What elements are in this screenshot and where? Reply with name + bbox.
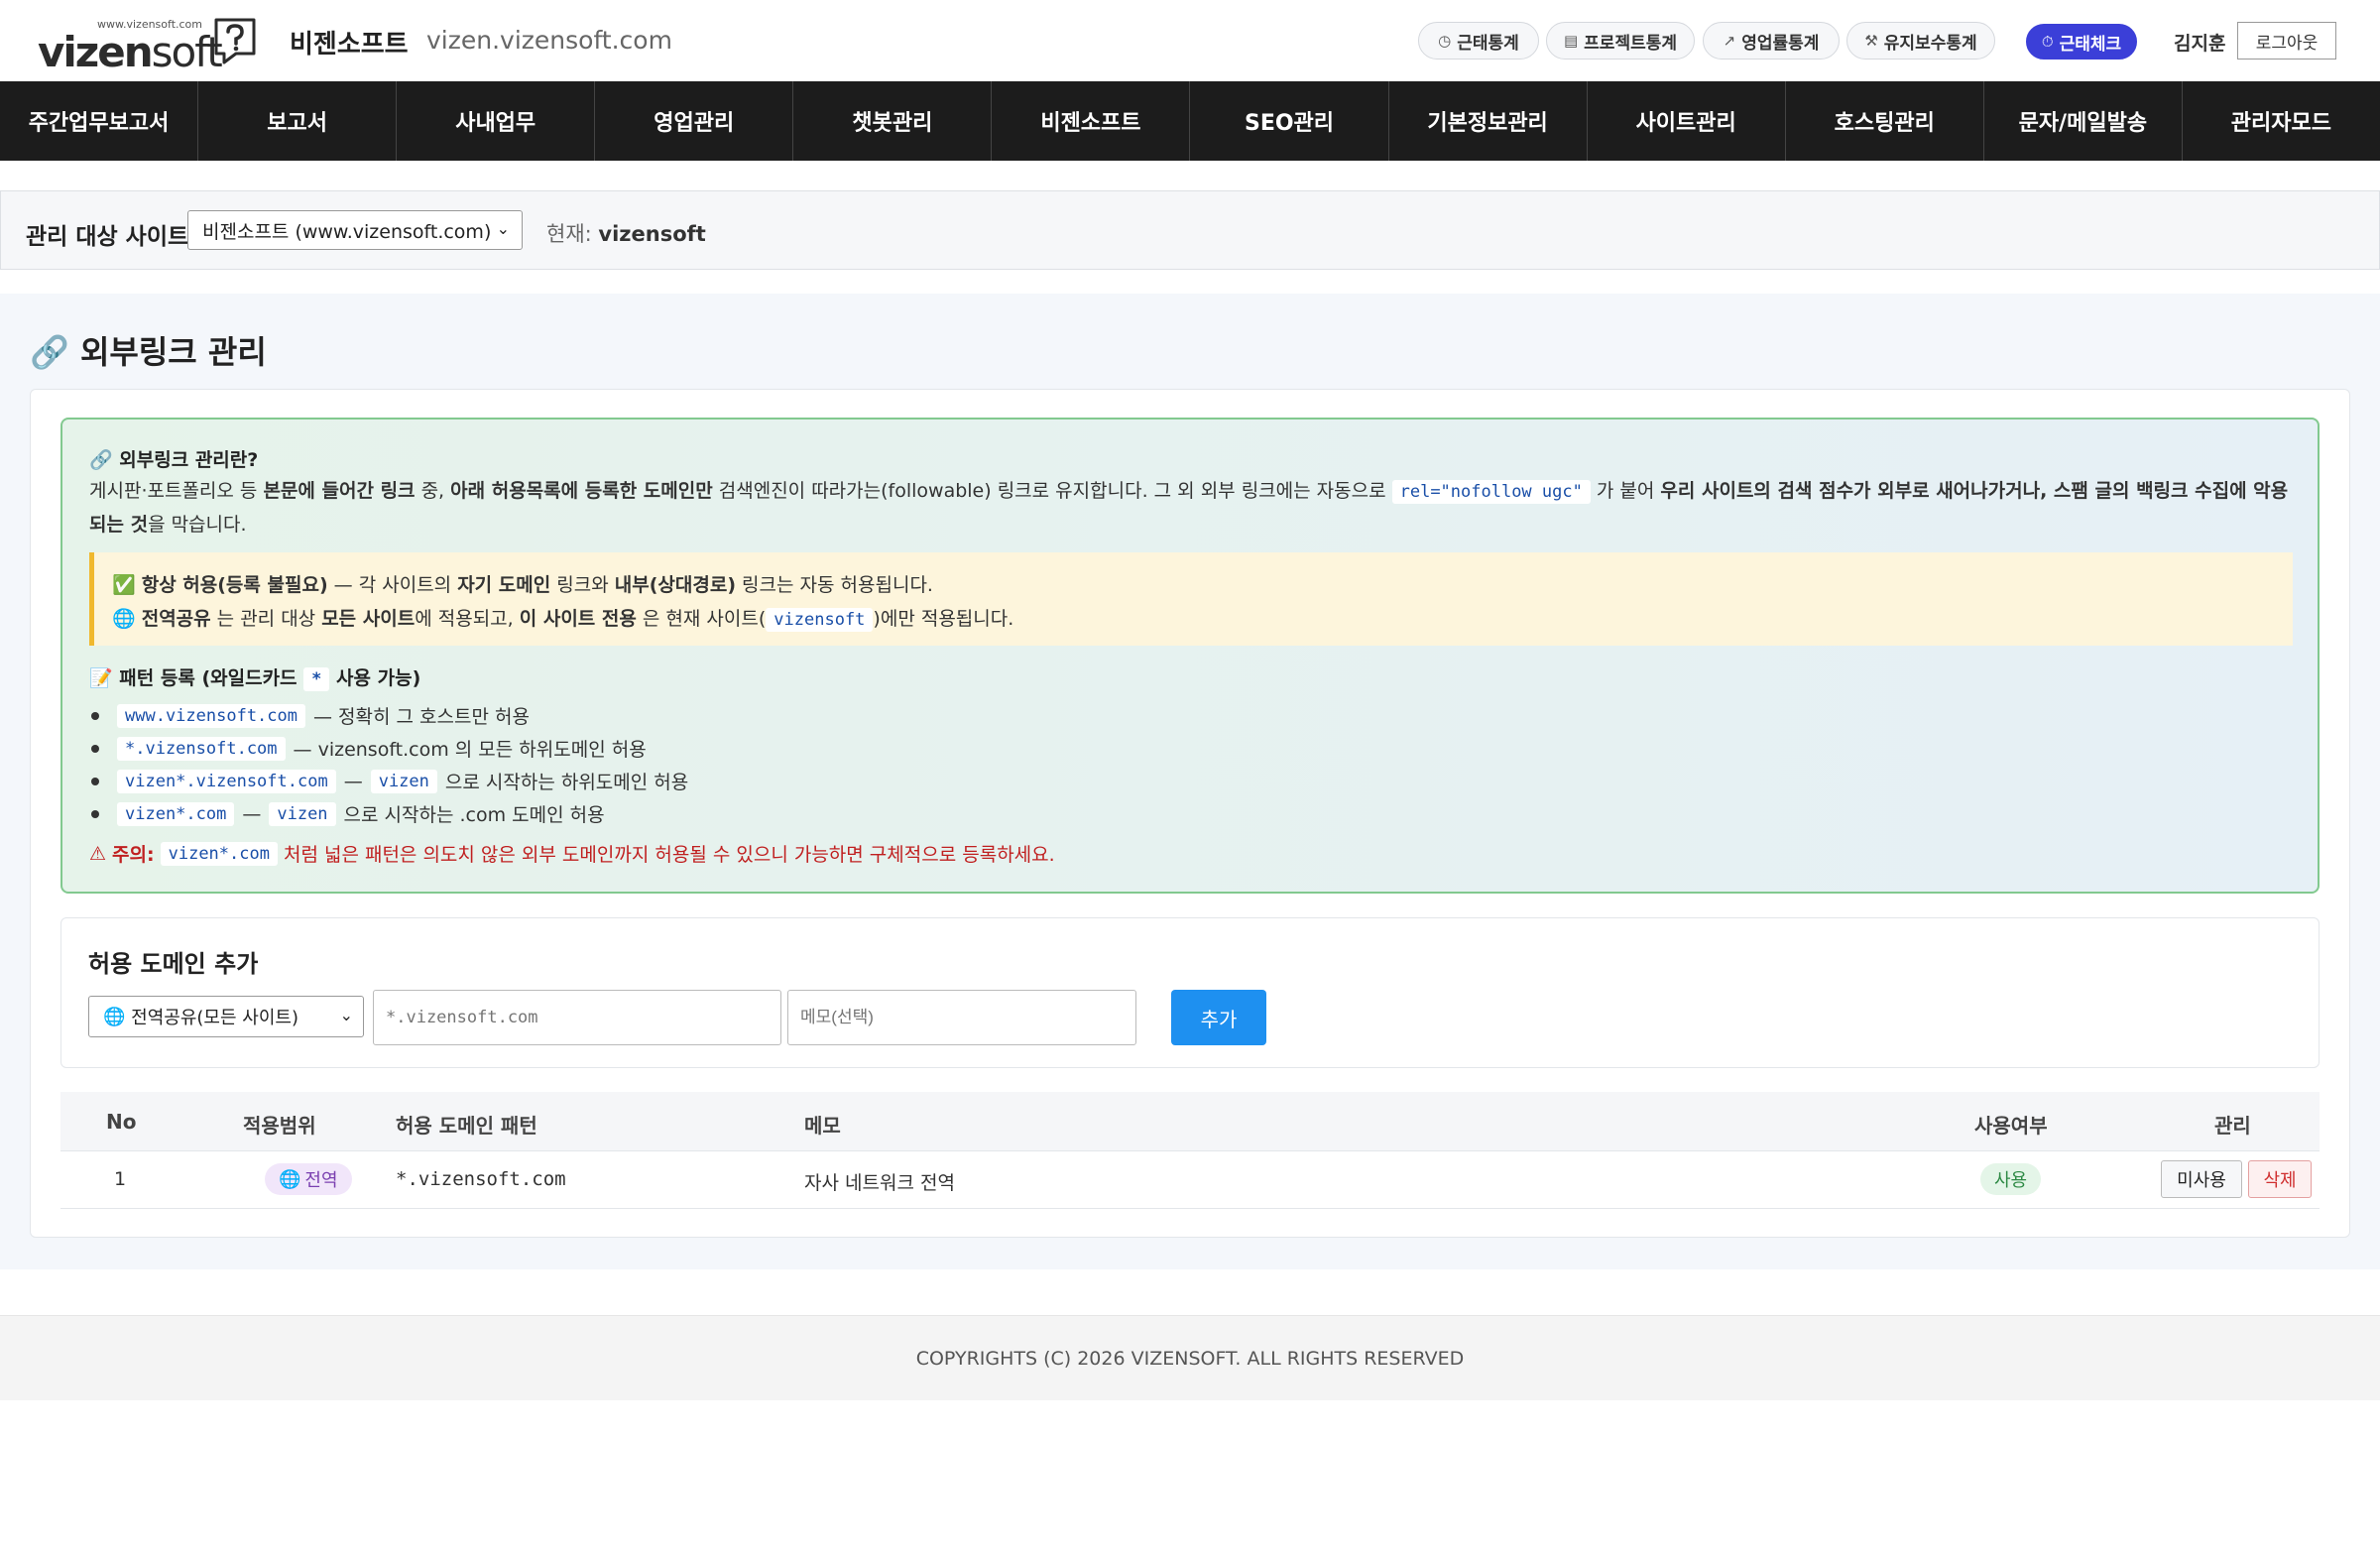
- list-item: www.vizensoft.com — 정확히 그 호스트만 허용: [89, 699, 688, 732]
- clock-icon: ◷: [1438, 32, 1452, 50]
- globe-icon: 🌐: [279, 1168, 301, 1190]
- link-icon: 🔗: [89, 449, 113, 471]
- check-icon: ✅: [112, 574, 136, 596]
- scope-badge: 🌐 전역: [265, 1163, 352, 1195]
- site-selector-label: 관리 대상 사이트: [26, 224, 189, 250]
- copyright-text: COPYRIGHTS (C) 2026 VIZENSOFT. ALL RIGHT…: [915, 1348, 1465, 1370]
- col-status: 사용여부: [1974, 1114, 2048, 1138]
- memo-input[interactable]: [787, 990, 1136, 1045]
- nav-vizensoft[interactable]: 비젠소프트: [992, 81, 1191, 161]
- notice-box: ✅ 항상 허용(등록 불필요) — 각 사이트의 자기 도메인 링크와 내부(상…: [89, 552, 2293, 646]
- logo[interactable]: www.vizensoft.com vizensoft: [38, 14, 262, 76]
- stopwatch-icon: ⏱: [2041, 33, 2054, 51]
- site-domain: vizen.vizensoft.com: [426, 26, 672, 55]
- main-nav: 주간업무보고서 보고서 사내업무 영업관리 챗봇관리 비젠소프트 SEO관리 기…: [0, 81, 2380, 161]
- user-name: 김지훈: [2174, 33, 2226, 55]
- col-pattern: 허용 도메인 패턴: [396, 1114, 537, 1138]
- add-button[interactable]: 추가: [1171, 990, 1266, 1045]
- table-row: 1 🌐 전역 *.vizensoft.com 자사 네트워크 전역 사용 미사용 …: [60, 1151, 2320, 1209]
- sales-stats-button[interactable]: ↗ 영업률통계: [1703, 22, 1840, 60]
- site-select[interactable]: 비젠소프트 (www.vizensoft.com) ⌄: [187, 210, 523, 250]
- content-card: 🔗 외부링크 관리란? 게시판·포트폴리오 등 본문에 들어간 링크 중, 아래…: [30, 389, 2350, 1238]
- maintenance-stats-button[interactable]: ⚒ 유지보수통계: [1846, 22, 1995, 60]
- main-content: 🔗 외부링크 관리 🔗 외부링크 관리란? 게시판·포트폴리오 등 본문에 들어…: [0, 294, 2380, 1269]
- nav-seo[interactable]: SEO관리: [1190, 81, 1389, 161]
- link-icon: 🔗: [30, 333, 69, 371]
- globe-icon: 🌐: [112, 608, 136, 630]
- site-name: 비젠소프트: [290, 30, 409, 60]
- col-memo: 메모: [804, 1114, 841, 1138]
- nav-chatbot[interactable]: 챗봇관리: [793, 81, 993, 161]
- pattern-title: 📝 패턴 등록 (와일드카드 * 사용 가능): [89, 667, 421, 691]
- site-selector-bar: 관리 대상 사이트 비젠소프트 (www.vizensoft.com) ⌄ 현재…: [0, 190, 2380, 270]
- nav-site[interactable]: 사이트관리: [1588, 81, 1786, 161]
- col-scope: 적용범위: [243, 1114, 316, 1138]
- nav-sales[interactable]: 영업관리: [595, 81, 794, 161]
- notice-always-allowed: ✅ 항상 허용(등록 불필요) — 각 사이트의 자기 도메인 링크와 내부(상…: [112, 574, 933, 596]
- info-box: 🔗 외부링크 관리란? 게시판·포트폴리오 등 본문에 들어간 링크 중, 아래…: [60, 418, 2320, 894]
- domain-pattern-input[interactable]: [373, 990, 781, 1045]
- row-no: 1: [114, 1168, 127, 1190]
- warning-text: ⚠ 주의: vizen*.com 처럼 넓은 패턴은 의도치 않은 외부 도메인까지 …: [89, 841, 1055, 866]
- nav-basic-info[interactable]: 기본정보관리: [1389, 81, 1588, 161]
- attendance-stats-button[interactable]: ◷ 근태통계: [1418, 22, 1539, 60]
- memo-icon: 📝: [89, 667, 113, 689]
- info-description: 게시판·포트폴리오 등 본문에 들어간 링크 중, 아래 허용목록에 등록한 도…: [89, 480, 2289, 536]
- header: www.vizensoft.com vizensoft 비젠소프트 vizen.…: [0, 0, 2380, 81]
- nav-reports[interactable]: 보고서: [198, 81, 398, 161]
- trend-up-icon: ↗: [1723, 32, 1736, 50]
- chevron-down-icon: ⌄: [339, 1006, 353, 1024]
- scope-select[interactable]: 🌐 전역공유(모든 사이트) ⌄: [88, 996, 364, 1037]
- row-pattern: *.vizensoft.com: [396, 1168, 566, 1190]
- nav-weekly-report[interactable]: 주간업무보고서: [0, 81, 199, 161]
- attendance-check-button[interactable]: ⏱ 근태체크: [2026, 24, 2137, 60]
- wrench-icon: ⚒: [1864, 32, 1878, 50]
- nav-sms-mail[interactable]: 문자/메일발송: [1984, 81, 2183, 161]
- add-domain-form: 허용 도메인 추가 🌐 전역공유(모든 사이트) ⌄ 추가: [60, 917, 2320, 1068]
- logout-button[interactable]: 로그아웃: [2237, 22, 2336, 60]
- logo-wordmark: vizensoft: [38, 28, 223, 76]
- form-title: 허용 도메인 추가: [88, 950, 259, 978]
- globe-icon: 🌐: [103, 1006, 126, 1027]
- nav-admin[interactable]: 관리자모드: [2183, 81, 2380, 161]
- status-badge: 사용: [1980, 1163, 2042, 1195]
- chevron-down-icon: ⌄: [496, 219, 510, 238]
- col-no: No: [106, 1110, 137, 1134]
- footer: COPYRIGHTS (C) 2026 VIZENSOFT. ALL RIGHT…: [0, 1315, 2380, 1400]
- table-header: No 적용범위 허용 도메인 패턴 메모 사용여부 관리: [60, 1092, 2320, 1151]
- disable-button[interactable]: 미사용: [2161, 1160, 2242, 1198]
- row-memo: 자사 네트워크 전역: [804, 1172, 955, 1194]
- delete-button[interactable]: 삭제: [2248, 1160, 2312, 1198]
- nav-internal-work[interactable]: 사내업무: [397, 81, 596, 161]
- list-item: *.vizensoft.com — vizensoft.com 의 모든 하위도메…: [89, 732, 688, 765]
- nav-hosting[interactable]: 호스팅관리: [1786, 81, 1984, 161]
- notice-global-share: 🌐 전역공유 는 관리 대상 모든 사이트에 적용되고, 이 사이트 전용 은 …: [112, 608, 1014, 632]
- info-title: 🔗 외부링크 관리란?: [89, 449, 259, 471]
- pattern-list: www.vizensoft.com — 정확히 그 호스트만 허용 *.vizen…: [89, 699, 688, 830]
- col-manage: 관리: [2214, 1114, 2251, 1138]
- question-bubble-icon: [214, 18, 256, 64]
- warning-icon: ⚠: [89, 842, 107, 865]
- page-title: 🔗 외부링크 관리: [30, 333, 267, 371]
- current-site: 현재: vizensoft: [546, 222, 706, 246]
- list-item: vizen*.vizensoft.com — vizen 으로 시작하는 하위도메인 …: [89, 765, 688, 797]
- list-item: vizen*.com — vizen 으로 시작하는 .com 도메인 허용: [89, 797, 688, 830]
- project-stats-button[interactable]: ▤ 프로젝트통계: [1546, 22, 1695, 60]
- domain-table: No 적용범위 허용 도메인 패턴 메모 사용여부 관리 1 🌐 전역 *.viz…: [60, 1092, 2320, 1209]
- clipboard-icon: ▤: [1563, 32, 1579, 50]
